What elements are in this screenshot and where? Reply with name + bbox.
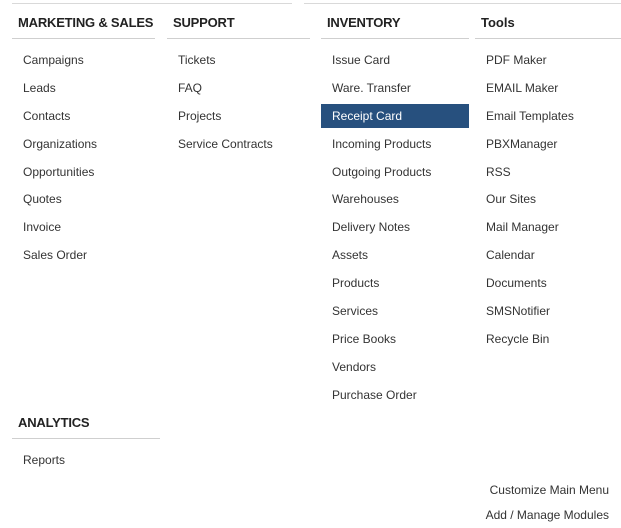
column-marketing-sales: MARKETING & SALES Campaigns Leads Contac…: [12, 14, 155, 271]
menu-item-delivery-notes[interactable]: Delivery Notes: [321, 215, 469, 243]
column-header-marketing-sales: MARKETING & SALES: [12, 14, 155, 39]
top-divider-left: [12, 3, 292, 4]
menu-item-vendors[interactable]: Vendors: [321, 355, 469, 383]
menu-item-email-templates[interactable]: Email Templates: [475, 104, 621, 132]
menu-item-mail-manager[interactable]: Mail Manager: [475, 215, 621, 243]
menu-item-purchase-order[interactable]: Purchase Order: [321, 383, 469, 411]
menu-list-tools: PDF Maker EMAIL Maker Email Templates PB…: [475, 48, 621, 355]
menu-item-pbxmanager[interactable]: PBXManager: [475, 132, 621, 160]
menu-item-assets[interactable]: Assets: [321, 243, 469, 271]
column-inventory: INVENTORY Issue Card Ware. Transfer Rece…: [321, 14, 469, 411]
column-header-inventory: INVENTORY: [321, 14, 469, 39]
menu-item-organizations[interactable]: Organizations: [12, 132, 155, 160]
menu-item-warehouses[interactable]: Warehouses: [321, 187, 469, 215]
menu-item-incoming-products[interactable]: Incoming Products: [321, 132, 469, 160]
menu-item-ware-transfer[interactable]: Ware. Transfer: [321, 76, 469, 104]
column-tools: Tools PDF Maker EMAIL Maker Email Templa…: [475, 14, 621, 355]
customize-main-menu-link[interactable]: Customize Main Menu: [486, 478, 609, 503]
column-header-tools: Tools: [475, 14, 621, 39]
menu-item-recycle-bin[interactable]: Recycle Bin: [475, 327, 621, 355]
column-header-support: SUPPORT: [167, 14, 310, 39]
menu-item-documents[interactable]: Documents: [475, 271, 621, 299]
footer-links: Customize Main Menu Add / Manage Modules: [486, 478, 609, 528]
menu-item-campaigns[interactable]: Campaigns: [12, 48, 155, 76]
menu-item-leads[interactable]: Leads: [12, 76, 155, 104]
column-header-analytics: ANALYTICS: [12, 414, 160, 439]
menu-item-products[interactable]: Products: [321, 271, 469, 299]
menu-item-price-books[interactable]: Price Books: [321, 327, 469, 355]
menu-item-faq[interactable]: FAQ: [167, 76, 310, 104]
menu-item-tickets[interactable]: Tickets: [167, 48, 310, 76]
menu-item-projects[interactable]: Projects: [167, 104, 310, 132]
menu-item-pdf-maker[interactable]: PDF Maker: [475, 48, 621, 76]
menu-item-opportunities[interactable]: Opportunities: [12, 160, 155, 188]
menu-item-service-contracts[interactable]: Service Contracts: [167, 132, 310, 160]
menu-list-marketing-sales: Campaigns Leads Contacts Organizations O…: [12, 48, 155, 271]
column-analytics: ANALYTICS Reports: [12, 414, 160, 476]
menu-list-support: Tickets FAQ Projects Service Contracts: [167, 48, 310, 160]
menu-item-smsnotifier[interactable]: SMSNotifier: [475, 299, 621, 327]
menu-item-issue-card[interactable]: Issue Card: [321, 48, 469, 76]
menu-item-reports[interactable]: Reports: [12, 448, 160, 476]
top-divider-right: [304, 3, 621, 4]
add-manage-modules-link[interactable]: Add / Manage Modules: [486, 503, 609, 528]
menu-item-rss[interactable]: RSS: [475, 160, 621, 188]
menu-item-quotes[interactable]: Quotes: [12, 187, 155, 215]
menu-item-our-sites[interactable]: Our Sites: [475, 187, 621, 215]
menu-item-services[interactable]: Services: [321, 299, 469, 327]
menu-item-sales-order[interactable]: Sales Order: [12, 243, 155, 271]
menu-item-receipt-card-active[interactable]: Receipt Card: [321, 103, 469, 128]
menu-item-invoice[interactable]: Invoice: [12, 215, 155, 243]
menu-item-calendar[interactable]: Calendar: [475, 243, 621, 271]
menu-list-inventory: Issue Card Ware. Transfer Receipt Card I…: [321, 48, 469, 411]
menu-item-contacts[interactable]: Contacts: [12, 104, 155, 132]
menu-item-email-maker[interactable]: EMAIL Maker: [475, 76, 621, 104]
menu-list-analytics: Reports: [12, 448, 160, 476]
column-support: SUPPORT Tickets FAQ Projects Service Con…: [167, 14, 310, 160]
menu-item-outgoing-products[interactable]: Outgoing Products: [321, 160, 469, 188]
